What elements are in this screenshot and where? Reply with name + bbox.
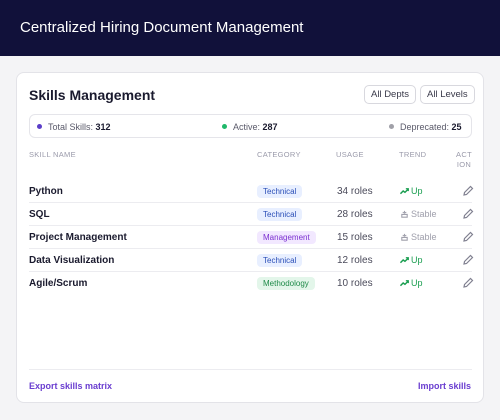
card-title: Skills Management (29, 87, 156, 103)
usage-count: 15 roles (337, 232, 373, 243)
column-header-name: SKILL NAME (29, 150, 76, 159)
edit-pencil-icon[interactable] (462, 185, 474, 197)
skill-name: SQL (29, 209, 50, 220)
trend-indicator: Stable (400, 209, 437, 219)
trend-label: Stable (411, 209, 437, 219)
total-dot-icon (37, 124, 42, 129)
export-skills-link[interactable]: Export skills matrix (29, 381, 112, 391)
footer-divider (29, 369, 472, 370)
table-row: Project Management Management 15 roles S… (29, 226, 474, 249)
stat-deprecated-value: 25 (451, 122, 462, 132)
category-badge: Technical (257, 208, 303, 221)
edit-pencil-icon[interactable] (462, 231, 474, 243)
active-dot-icon (222, 124, 227, 129)
stat-deprecated-label: Deprecated: (400, 122, 450, 132)
stat-total-value: 312 (95, 122, 111, 132)
skill-name: Data Visualization (29, 255, 115, 266)
trend-label: Stable (411, 232, 437, 242)
skill-name: Project Management (29, 232, 127, 243)
category-badge: Management (257, 231, 316, 244)
trend-label: Up (411, 186, 423, 196)
skills-card: Skills Management All Depts All Levels T… (16, 72, 484, 403)
trend-indicator: Stable (400, 232, 437, 242)
usage-count: 28 roles (337, 209, 373, 220)
column-header-action: ACT ION (456, 150, 472, 169)
app-header: Centralized Hiring Document Management (0, 0, 500, 56)
category-badge: Technical (257, 254, 303, 267)
trend-stable-icon (401, 210, 408, 218)
stat-active-label: Active: (233, 122, 261, 132)
usage-count: 10 roles (337, 278, 373, 289)
stat-active-value: 287 (262, 122, 278, 132)
stat-total: Total Skills: 312 (37, 122, 111, 132)
table-row: Data Visualization Technical 12 roles Up (29, 249, 474, 272)
column-header-trend: TREND (399, 150, 427, 159)
stat-deprecated: Deprecated: 25 (389, 122, 462, 132)
column-header-usage: USAGE (336, 150, 364, 159)
trend-indicator: Up (400, 255, 423, 265)
trend-up-icon (400, 257, 409, 264)
trend-label: Up (411, 278, 423, 288)
edit-pencil-icon[interactable] (462, 208, 474, 220)
edit-pencil-icon[interactable] (462, 277, 474, 289)
trend-stable-icon (401, 233, 408, 241)
usage-count: 34 roles (337, 186, 373, 197)
table-row: SQL Technical 28 roles Stable (29, 203, 474, 226)
trend-indicator: Up (400, 186, 423, 196)
usage-count: 12 roles (337, 255, 373, 266)
stats-bar: Total Skills: 312 Active: 287 Deprecated… (29, 114, 472, 138)
deprecated-dot-icon (389, 124, 394, 129)
table-row: Python Technical 34 roles Up (29, 180, 474, 203)
trend-up-icon (400, 280, 409, 287)
column-header-category: CATEGORY (257, 150, 301, 159)
trend-up-icon (400, 188, 409, 195)
stat-total-label: Total Skills: (48, 122, 94, 132)
category-badge: Methodology (257, 277, 315, 290)
edit-pencil-icon[interactable] (462, 254, 474, 266)
import-skills-link[interactable]: Import skills (418, 381, 471, 391)
stat-active: Active: 287 (222, 122, 278, 132)
app-title: Centralized Hiring Document Management (20, 19, 304, 36)
trend-label: Up (411, 255, 423, 265)
skill-name: Agile/Scrum (29, 278, 88, 289)
department-filter[interactable]: All Depts (364, 85, 417, 104)
trend-indicator: Up (400, 278, 423, 288)
table-row: Agile/Scrum Methodology 10 roles Up (29, 272, 474, 295)
category-badge: Technical (257, 185, 303, 198)
level-filter[interactable]: All Levels (420, 85, 475, 104)
skill-name: Python (29, 186, 63, 197)
